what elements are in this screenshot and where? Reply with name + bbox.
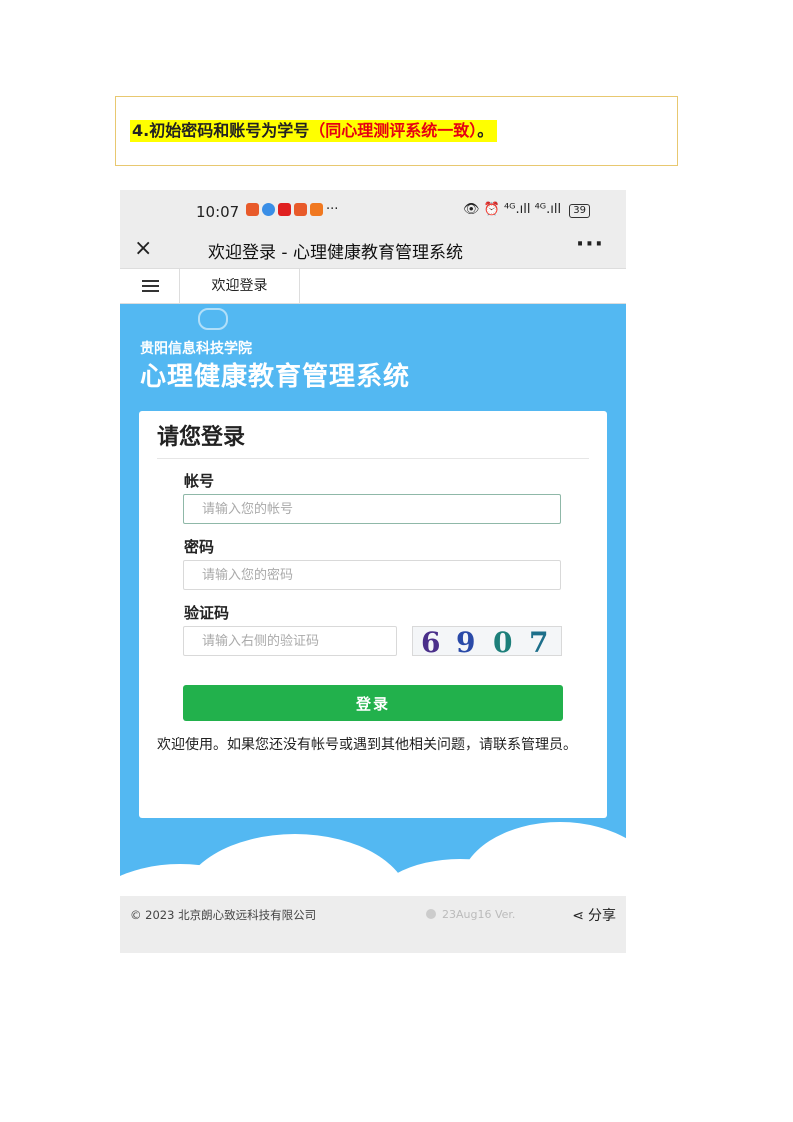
system-name: 心理健康教育管理系统 — [140, 362, 411, 392]
captcha-input[interactable] — [183, 626, 397, 656]
version-icon — [426, 909, 436, 919]
more-options-icon[interactable]: ··· — [576, 232, 604, 257]
chat-bubble-icon — [198, 308, 228, 330]
divider — [157, 458, 589, 459]
taobao-app-icon — [310, 203, 323, 216]
eye-icon: 👁 — [462, 202, 480, 217]
instruction-note: 4.初始密码和账号为学号（同心理测评系统一致）。 — [115, 96, 678, 166]
password-input[interactable] — [183, 560, 561, 590]
battery-icon: 39 — [569, 204, 590, 218]
share-icon: ⋖ — [572, 908, 584, 924]
notification-icons: ··· — [246, 202, 338, 217]
school-name: 贵阳信息科技学院 — [140, 341, 252, 357]
news-app-icon — [278, 203, 291, 216]
tab-welcome-login[interactable]: 欢迎登录 — [180, 269, 300, 303]
webview-titlebar: × 欢迎登录 - 心理健康教育管理系统 ··· — [120, 230, 626, 268]
weibo-icon-2 — [294, 203, 307, 216]
cloud-decoration — [460, 822, 626, 896]
signal-icon: ⁴ᴳ.ıll ⁴ᴳ.ıll — [503, 202, 562, 217]
captcha-image[interactable]: 6 9 0 7 — [412, 626, 562, 656]
share-button[interactable]: ⋖ 分享 — [572, 905, 616, 925]
captcha-label: 验证码 — [184, 604, 230, 622]
version-info: 23Aug16 Ver. — [426, 908, 515, 921]
login-title: 请您登录 — [157, 425, 246, 450]
footer: © 2023 北京朗心致远科技有限公司 23Aug16 Ver. ⋖ 分享 — [120, 896, 626, 953]
login-card: 请您登录 帐号 密码 验证码 6 9 0 7 登录 欢迎使用。如果您还没有帐号或… — [139, 411, 607, 818]
help-text: 欢迎使用。如果您还没有帐号或遇到其他相关问题，请联系管理员。 — [157, 737, 577, 753]
captcha-char: 6 — [421, 626, 441, 656]
account-label: 帐号 — [184, 472, 215, 490]
instruction-text: 4.初始密码和账号为学号（同心理测评系统一致）。 — [130, 120, 498, 142]
version-text: 23Aug16 Ver. — [442, 908, 516, 921]
password-label: 密码 — [184, 538, 215, 556]
instruction-suffix: 。 — [477, 121, 494, 140]
copyright-text: © 2023 北京朗心致远科技有限公司 — [130, 908, 317, 922]
account-input[interactable] — [183, 494, 561, 524]
status-time: 10:07 — [196, 203, 240, 221]
system-status: 👁 ⏰ ⁴ᴳ.ıll ⁴ᴳ.ıll 39 — [463, 202, 590, 218]
close-icon[interactable]: × — [134, 236, 152, 261]
captcha-char: 7 — [529, 626, 549, 656]
captcha-char: 0 — [493, 626, 513, 656]
instruction-prefix: 4.初始密码和账号为学号 — [132, 121, 310, 140]
captcha-char: 9 — [456, 626, 476, 656]
status-bar: 10:07 ··· 👁 ⏰ ⁴ᴳ.ıll ⁴ᴳ.ıll 39 — [120, 190, 626, 230]
hero-banner: 贵阳信息科技学院 心理健康教育管理系统 请您登录 帐号 密码 验证码 6 9 0… — [120, 304, 626, 896]
page-title: 欢迎登录 - 心理健康教育管理系统 — [208, 243, 463, 263]
hamburger-menu-icon[interactable] — [120, 269, 180, 303]
more-notifications-icon: ··· — [326, 202, 339, 217]
instruction-highlight: （同心理测评系统一致） — [309, 121, 478, 140]
alarm-icon: ⏰ — [483, 202, 500, 217]
share-label: 分享 — [588, 908, 616, 924]
tab-bar: 欢迎登录 — [120, 268, 626, 304]
login-button[interactable]: 登录 — [183, 685, 563, 721]
weibo-icon — [246, 203, 259, 216]
shield-app-icon — [262, 203, 275, 216]
phone-screenshot: 10:07 ··· 👁 ⏰ ⁴ᴳ.ıll ⁴ᴳ.ıll 39 × 欢迎登录 - … — [120, 190, 626, 953]
